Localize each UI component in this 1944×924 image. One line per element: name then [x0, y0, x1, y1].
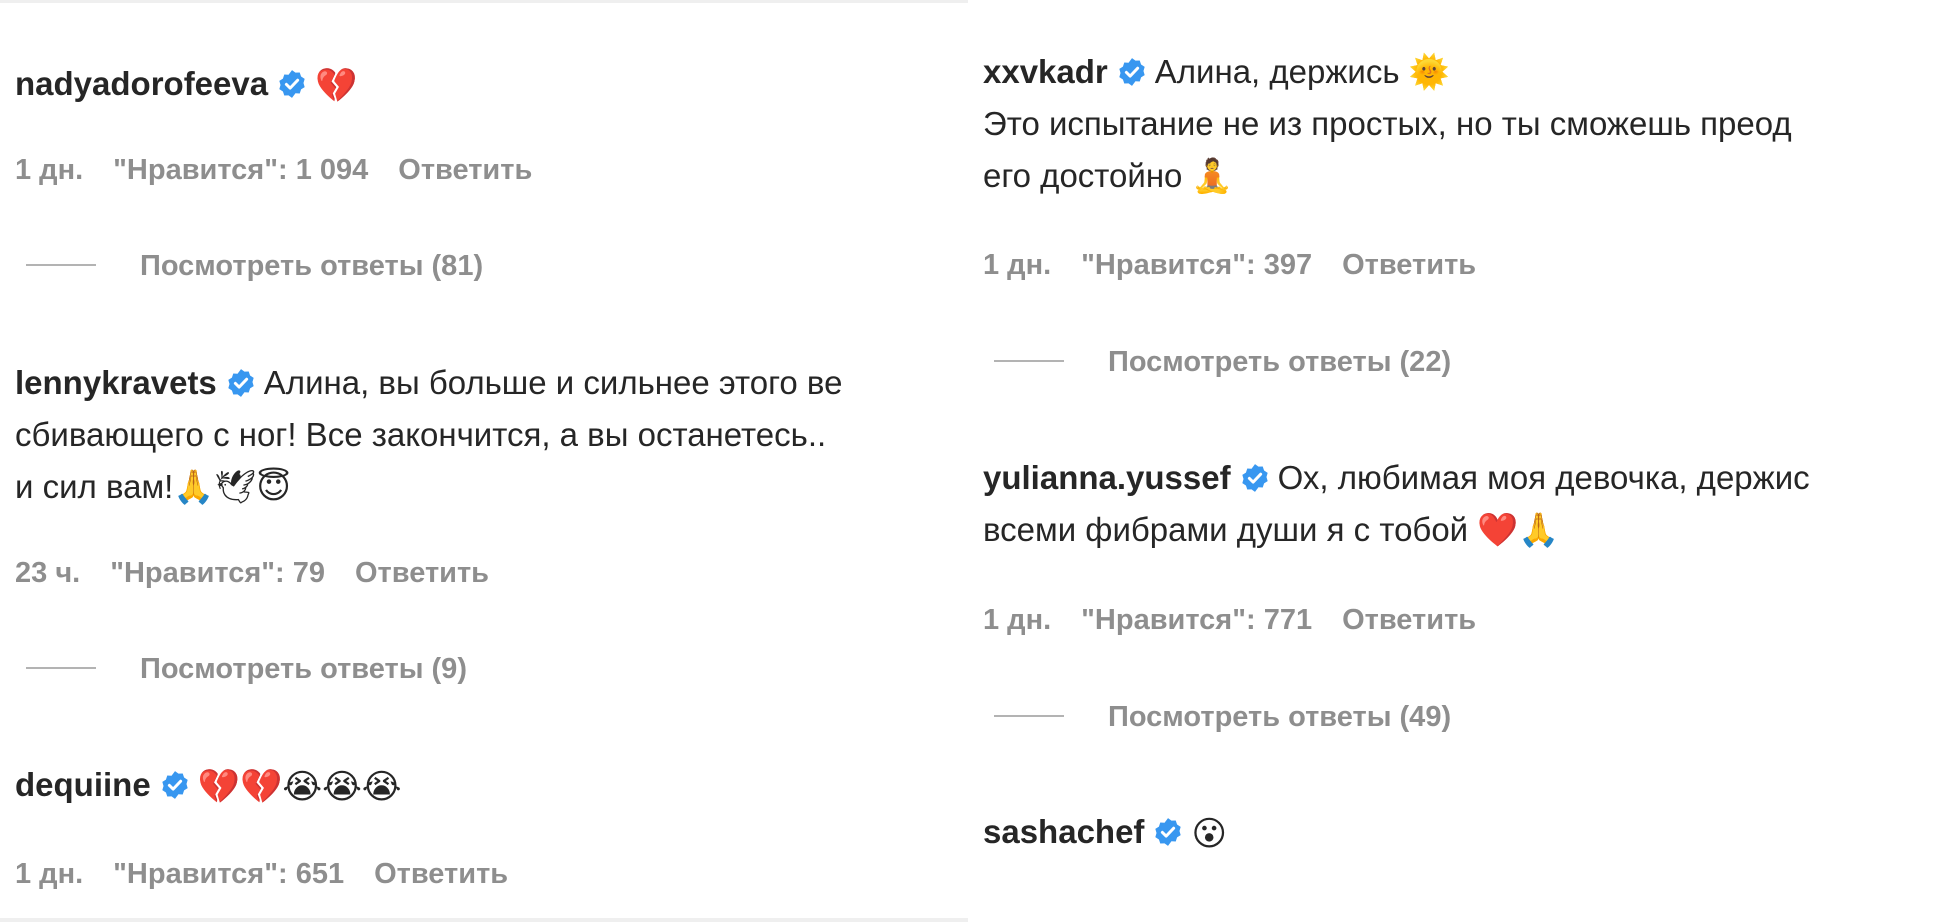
comments-panel-left: nadyadorofeeva 💔 1 дн. "Нравится": 1 094 От… — [0, 0, 968, 924]
comment-line: lennykravets Алина, вы больше и сильнее э… — [15, 357, 968, 409]
likes-count[interactable]: "Нравится": 79 — [110, 557, 325, 589]
verified-badge-icon — [226, 368, 256, 398]
comment-time[interactable]: 23 ч. — [15, 557, 80, 589]
comment-time[interactable]: 1 дн. — [983, 249, 1051, 281]
view-replies-label: Посмотреть ответы (81) — [140, 250, 484, 282]
view-replies-label: Посмотреть ответы (9) — [140, 653, 467, 685]
bottom-divider — [0, 918, 968, 922]
view-replies-button[interactable]: Посмотреть ответы (81) — [26, 250, 483, 283]
comment-time[interactable]: 1 дн. — [15, 858, 83, 890]
comment-text: 💔 — [315, 66, 358, 106]
comment-line: всеми фибрами души я с тобой ❤️🙏 — [983, 511, 1560, 548]
likes-count[interactable]: "Нравится": 651 — [113, 858, 344, 890]
comment-line: nadyadorofeeva 💔 — [15, 58, 968, 112]
verified-badge-icon — [1153, 817, 1183, 847]
comment-time[interactable]: 1 дн. — [983, 604, 1051, 636]
view-replies-button[interactable]: Посмотреть ответы (49) — [994, 701, 1451, 734]
username[interactable]: xxvkadr — [983, 53, 1108, 90]
replies-dash — [994, 715, 1064, 717]
comment-line: sashachef 😮 — [983, 806, 1944, 860]
comment-line: и сил вам!🙏🕊😇 — [15, 468, 291, 505]
replies-dash — [994, 360, 1064, 362]
comment-text: Ох, любимая моя девочка, держис — [1277, 459, 1810, 496]
comment-line: сбивающего с ног! Все закончится, а вы о… — [15, 416, 827, 453]
comment: lennykravets Алина, вы больше и сильнее э… — [15, 357, 968, 513]
comment-meta: 1 дн. "Нравится": 397 Ответить — [983, 249, 1506, 282]
comment-line: xxvkadr Алина, держись 🌞 — [983, 46, 1944, 98]
comment-text: 💔💔😭😭😭 — [197, 767, 402, 807]
likes-count[interactable]: "Нравится": 397 — [1081, 249, 1312, 281]
comment-time[interactable]: 1 дн. — [15, 154, 83, 186]
panel-separator — [968, 0, 976, 924]
username[interactable]: dequiine — [15, 766, 151, 803]
username[interactable]: lennykravets — [15, 364, 217, 401]
reply-button[interactable]: Ответить — [1342, 604, 1476, 636]
comment: dequiine 💔💔😭😭😭 — [15, 759, 968, 813]
view-replies-button[interactable]: Посмотреть ответы (9) — [26, 653, 467, 686]
view-replies-label: Посмотреть ответы (22) — [1108, 346, 1452, 378]
comment: sashachef 😮 — [983, 806, 1944, 860]
view-replies-label: Посмотреть ответы (49) — [1108, 701, 1452, 733]
username[interactable]: yulianna.yussef — [983, 459, 1231, 496]
top-divider — [0, 0, 968, 3]
replies-dash — [26, 264, 96, 266]
comment: xxvkadr Алина, держись 🌞 Это испытание не… — [983, 46, 1944, 202]
comments-panel-right: xxvkadr Алина, держись 🌞 Это испытание не… — [976, 0, 1944, 924]
likes-count[interactable]: "Нравится": 1 094 — [113, 154, 368, 186]
likes-count[interactable]: "Нравится": 771 — [1081, 604, 1312, 636]
verified-badge-icon — [1240, 463, 1270, 493]
comment-meta: 1 дн. "Нравится": 1 094 Ответить — [15, 154, 562, 187]
comment-line: его достойно 🧘 — [983, 157, 1233, 194]
comment: nadyadorofeeva 💔 — [15, 58, 968, 112]
verified-badge-icon — [1117, 57, 1147, 87]
comment-meta: 23 ч. "Нравится": 79 Ответить — [15, 557, 519, 590]
comment-text: Алина, вы больше и сильнее этого ве — [263, 364, 843, 401]
comment-line: Это испытание не из простых, но ты сможе… — [983, 105, 1792, 142]
view-replies-button[interactable]: Посмотреть ответы (22) — [994, 346, 1451, 379]
comment-line: yulianna.yussef Ох, любимая моя девочка, … — [983, 452, 1944, 504]
reply-button[interactable]: Ответить — [355, 557, 489, 589]
username[interactable]: nadyadorofeeva — [15, 65, 268, 102]
reply-button[interactable]: Ответить — [374, 858, 508, 890]
comment-meta: 1 дн. "Нравится": 771 Ответить — [983, 604, 1506, 637]
replies-dash — [26, 667, 96, 669]
comment-text: Алина, держись 🌞 — [1154, 53, 1450, 90]
comment-meta: 1 дн. "Нравится": 651 Ответить — [15, 858, 538, 891]
reply-button[interactable]: Ответить — [398, 154, 532, 186]
verified-badge-icon — [160, 770, 190, 800]
username[interactable]: sashachef — [983, 813, 1144, 850]
comment-line: dequiine 💔💔😭😭😭 — [15, 759, 968, 813]
comment-text: 😮 — [1191, 814, 1227, 854]
verified-badge-icon — [277, 69, 307, 99]
reply-button[interactable]: Ответить — [1342, 249, 1476, 281]
comment: yulianna.yussef Ох, любимая моя девочка, … — [983, 452, 1944, 556]
